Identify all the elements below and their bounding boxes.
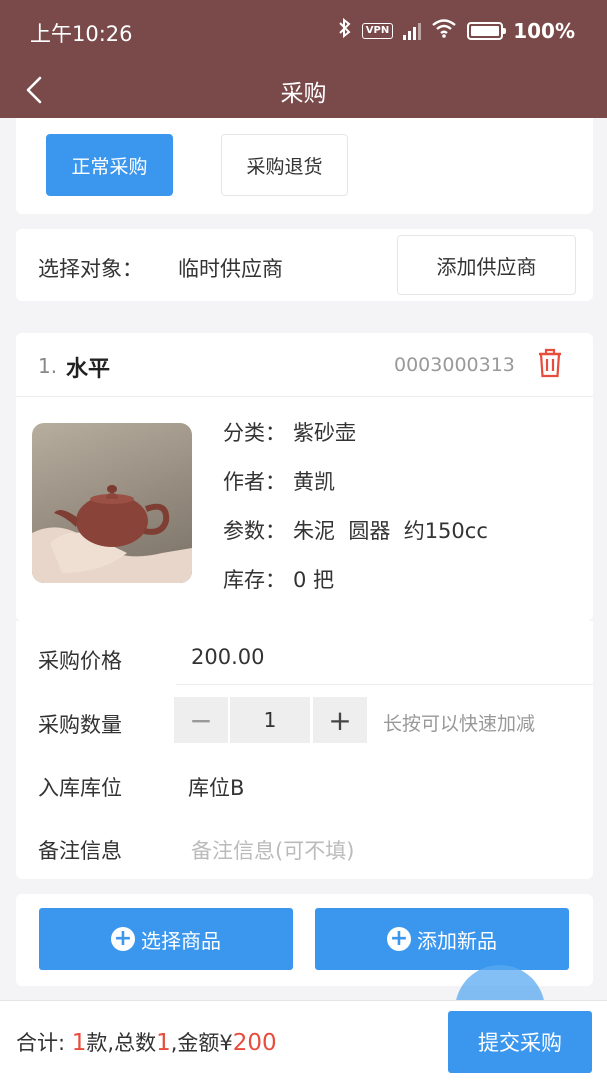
item-card: 1. 水平 0003000313 分类： 紫砂壶 作者： 黄凯 参数： 朱泥 圆… xyxy=(16,333,593,621)
tab-purchase-return[interactable]: 采购退货 xyxy=(221,134,348,196)
add-new-goods-button[interactable]: + 添加新品 xyxy=(315,908,569,970)
category-label: 分类： xyxy=(223,421,286,445)
purchase-type-card: 正常采购 采购退货 xyxy=(16,118,593,214)
submit-purchase-button[interactable]: 提交采购 xyxy=(448,1011,592,1073)
author-value: 黄凯 xyxy=(293,470,335,494)
bluetooth-icon xyxy=(338,17,352,43)
page-title: 采购 xyxy=(280,81,327,107)
status-time: 上午10:26 xyxy=(30,22,133,46)
item-divider xyxy=(16,396,593,397)
quantity-hint: 长按可以快速加减 xyxy=(383,713,536,735)
total-count: 1 xyxy=(156,1030,171,1056)
author-label: 作者： xyxy=(223,470,286,494)
price-label: 采购价格 xyxy=(38,649,122,673)
signal-icon xyxy=(403,22,422,40)
tab-normal-purchase[interactable]: 正常采购 xyxy=(46,134,173,196)
total-amount: 200 xyxy=(232,1030,277,1056)
product-image xyxy=(32,423,192,583)
params-label: 参数： xyxy=(223,519,286,543)
plus-circle-icon: + xyxy=(387,927,411,951)
purchase-form-card: 采购价格 200.00 采购数量 − 1 + 长按可以快速加减 入库库位 库位B… xyxy=(16,621,593,879)
category-value: 紫砂壶 xyxy=(293,421,356,445)
amount-label: ,金额¥ xyxy=(170,1031,233,1055)
select-goods-button[interactable]: + 选择商品 xyxy=(39,908,293,970)
stock-label: 库存： xyxy=(223,568,286,592)
order-summary: 合计: 1款,总数1,金额¥200 xyxy=(16,1027,277,1057)
bottom-bar: 合计: 1款,总数1,金额¥200 提交采购 xyxy=(0,1000,607,1080)
status-bar: 上午10:26 VPN 100% xyxy=(0,0,607,62)
item-code: 0003000313 xyxy=(394,354,515,376)
price-input[interactable]: 200.00 xyxy=(191,645,264,669)
params-value: 朱泥 圆器 约150cc xyxy=(293,519,488,543)
plus-circle-icon: + xyxy=(111,927,135,951)
wifi-icon xyxy=(431,18,457,43)
select-goods-label: 选择商品 xyxy=(141,928,221,953)
item-name: 水平 xyxy=(66,357,111,382)
add-supplier-button[interactable]: 添加供应商 xyxy=(397,235,576,295)
decrement-button[interactable]: − xyxy=(174,697,228,743)
battery-level: 100% xyxy=(513,18,575,43)
quantity-input[interactable]: 1 xyxy=(230,697,310,743)
price-divider xyxy=(176,684,593,685)
add-new-goods-label: 添加新品 xyxy=(417,928,497,953)
location-select[interactable]: 库位B xyxy=(188,772,244,802)
target-card: 选择对象： 临时供应商 添加供应商 xyxy=(16,229,593,301)
total-label: 合计: xyxy=(16,1031,66,1055)
target-value[interactable]: 临时供应商 xyxy=(178,253,283,283)
quantity-label: 采购数量 xyxy=(38,713,122,737)
target-label: 选择对象： xyxy=(38,257,143,281)
increment-button[interactable]: + xyxy=(313,697,367,743)
location-label: 入库库位 xyxy=(38,776,122,800)
battery-icon xyxy=(467,21,507,40)
note-input[interactable]: 备注信息(可不填) xyxy=(191,835,354,865)
stock-value: 0 把 xyxy=(293,568,335,592)
nav-bar: 采购 xyxy=(0,62,607,118)
kinds-unit: 款,总数 xyxy=(86,1031,157,1055)
vpn-badge: VPN xyxy=(361,22,394,39)
note-label: 备注信息 xyxy=(38,839,122,863)
item-index: 1. xyxy=(38,354,58,378)
kinds-count: 1 xyxy=(71,1030,87,1056)
trash-icon[interactable] xyxy=(536,347,564,383)
status-icons: VPN 100% xyxy=(338,17,575,43)
